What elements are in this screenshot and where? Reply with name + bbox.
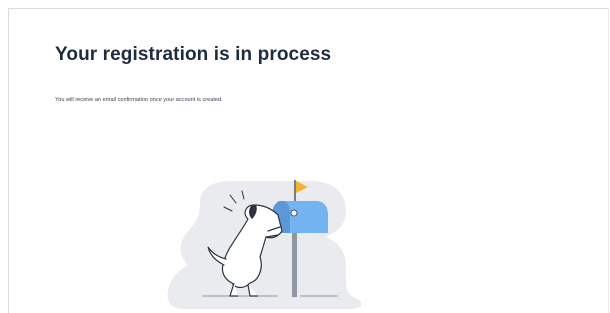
background-blob: [167, 181, 362, 309]
mailbox-knob: [290, 209, 298, 217]
confirmation-message: You will receive an email confirmation o…: [55, 97, 223, 103]
page-title: Your registration is in process: [55, 44, 332, 65]
mailbox-dog-illustration: [167, 180, 362, 309]
